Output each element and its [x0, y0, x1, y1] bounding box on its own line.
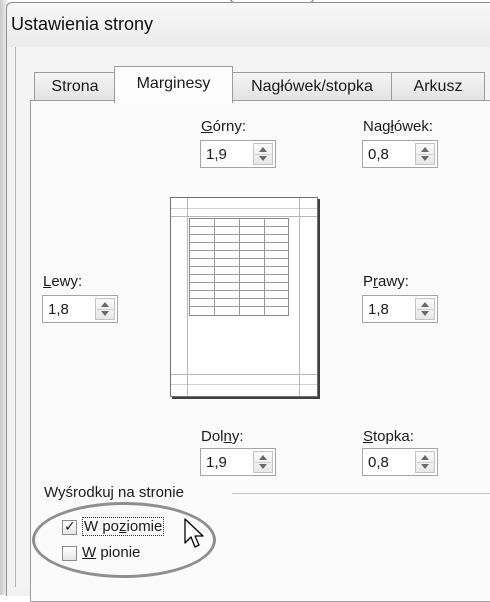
top-margin-spinner[interactable]: 1,9: [200, 140, 276, 168]
preview-bottom-margin-line: [171, 374, 317, 375]
spin-arrows-icon[interactable]: [415, 451, 435, 473]
bottom-margin-spinner[interactable]: 1,9: [200, 448, 276, 476]
spin-arrows-icon[interactable]: [95, 298, 115, 320]
tab-label: Marginesy: [136, 75, 211, 92]
tab-label: Arkusz: [413, 78, 463, 95]
preview-header-line: [171, 208, 317, 209]
header-margin-spinner[interactable]: 0,8: [362, 140, 438, 168]
right-margin-label: Prawy:: [363, 273, 409, 290]
footer-margin-spinner[interactable]: 0,8: [362, 448, 438, 476]
spin-arrows-icon[interactable]: [253, 451, 273, 473]
top-margin-value[interactable]: 1,9: [206, 146, 227, 163]
group-divider: [232, 493, 490, 494]
tab-label: Nagłówek/stopka: [251, 78, 373, 95]
left-margin-label: Lewy:: [43, 273, 83, 290]
left-margin-value[interactable]: 1,8: [48, 301, 69, 318]
tab-strona[interactable]: Strona: [34, 72, 116, 101]
bottom-margin-label: Dolny:: [201, 428, 244, 445]
preview-footer-line: [171, 384, 317, 385]
page-preview: [170, 197, 318, 397]
bottom-margin-value[interactable]: 1,9: [206, 454, 227, 471]
right-margin-value[interactable]: 1,8: [368, 301, 389, 318]
preview-top-margin-line: [171, 216, 317, 217]
left-margin-spinner[interactable]: 1,8: [42, 295, 118, 323]
mouse-pointer-icon: [184, 518, 204, 548]
footer-margin-value[interactable]: 0,8: [368, 454, 389, 471]
dialog-title: Ustawienia strony: [11, 14, 154, 34]
top-margin-label: Górny:: [201, 118, 247, 135]
dialog-titlebar[interactable]: Ustawienia strony: [7, 3, 490, 47]
tab-naglowek-stopka[interactable]: Nagłówek/stopka: [231, 72, 393, 101]
spin-arrows-icon[interactable]: [415, 298, 435, 320]
tab-marginesy[interactable]: Marginesy: [114, 66, 233, 103]
spin-arrows-icon[interactable]: [415, 143, 435, 165]
header-margin-label: Nagłówek:: [363, 118, 434, 135]
footer-margin-label: Stopka:: [363, 428, 414, 445]
preview-table-grid: [189, 218, 289, 316]
tab-label: Strona: [51, 78, 99, 95]
preview-right-margin-line: [299, 198, 300, 396]
right-margin-spinner[interactable]: 1,8: [362, 295, 438, 323]
center-on-page-group-title: Wyśrodkuj na stronie: [44, 484, 188, 501]
spin-arrows-icon[interactable]: [253, 143, 273, 165]
preview-left-margin-line: [187, 198, 188, 396]
tab-arkusz[interactable]: Arkusz: [391, 72, 485, 101]
header-margin-value[interactable]: 0,8: [368, 146, 389, 163]
